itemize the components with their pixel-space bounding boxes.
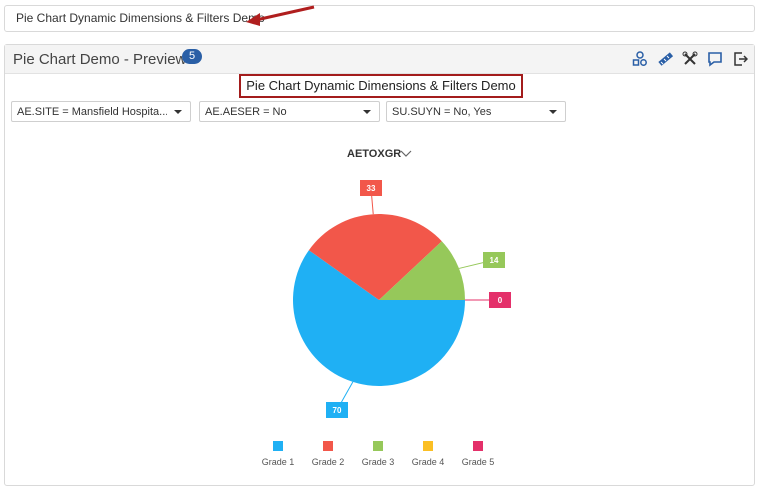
pie-chart: 70 33 14 0 Grade 1 Grade 2 Grade 3 Grade 4 Grade…: [262, 180, 511, 467]
legend-swatch[interactable]: [273, 441, 283, 451]
legend-swatch[interactable]: [473, 441, 483, 451]
legend-label[interactable]: Grade 3: [362, 457, 395, 467]
dashboard-title-bar: Pie Chart Dynamic Dimensions & Filters D…: [4, 5, 755, 32]
dashboard-title: Pie Chart Dynamic Dimensions & Filters D…: [16, 11, 265, 25]
legend-swatch[interactable]: [323, 441, 333, 451]
data-label: 70: [333, 406, 342, 415]
data-label: 33: [367, 184, 376, 193]
legend-label[interactable]: Grade 1: [262, 457, 295, 467]
legend-label[interactable]: Grade 5: [462, 457, 495, 467]
data-label: 0: [498, 296, 503, 305]
data-label: 14: [490, 256, 499, 265]
legend-label[interactable]: Grade 2: [312, 457, 345, 467]
legend-swatch[interactable]: [423, 441, 433, 451]
chart-panel: Pie Chart Demo - Preview 5 Pie Chart Dyn…: [4, 44, 755, 486]
legend-swatch[interactable]: [373, 441, 383, 451]
legend-label[interactable]: Grade 4: [412, 457, 445, 467]
annotation-arrow-icon: [246, 5, 315, 26]
